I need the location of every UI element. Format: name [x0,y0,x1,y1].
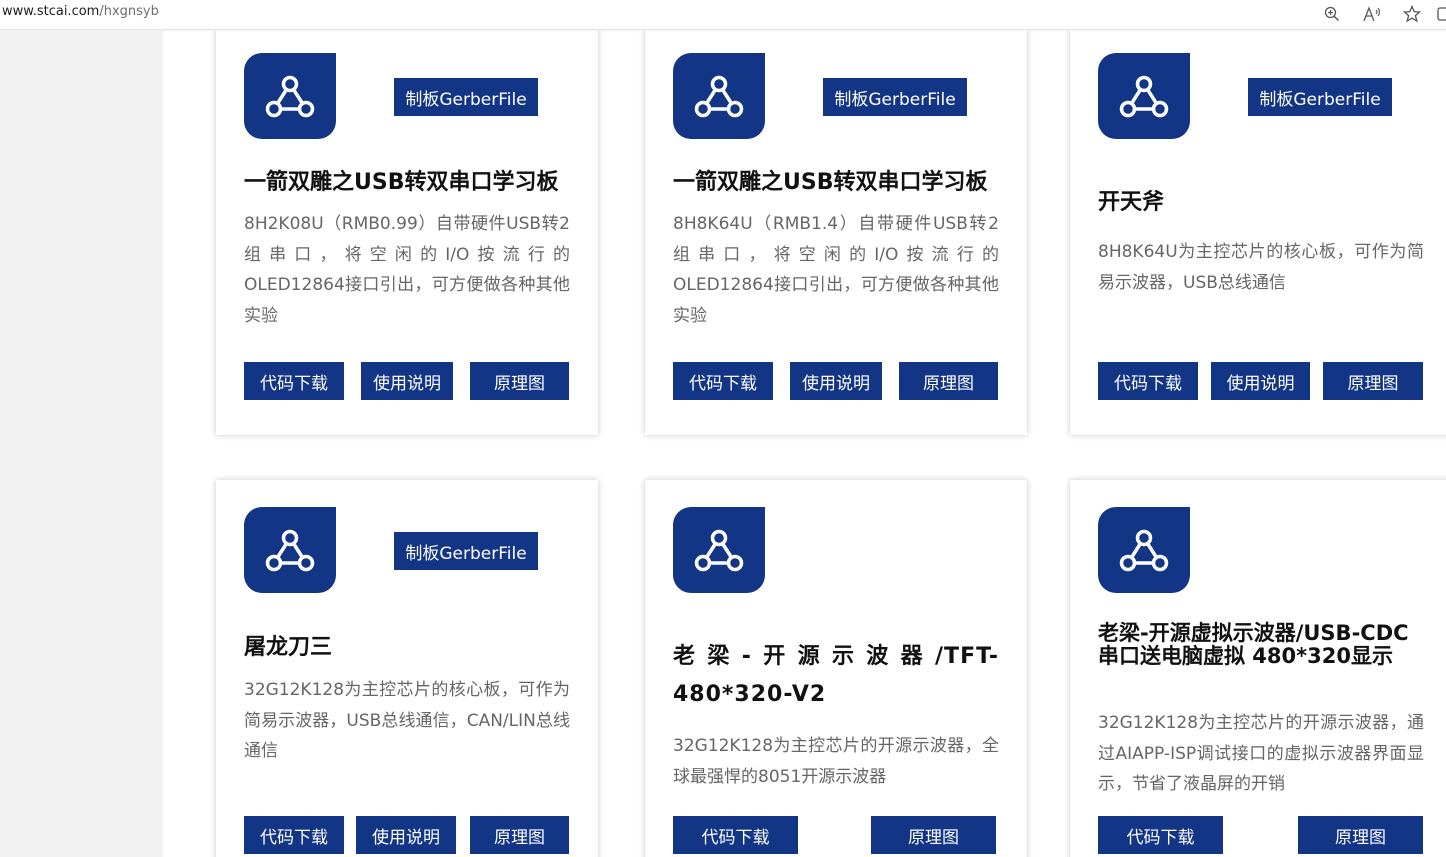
user-guide-button[interactable]: 使用说明 [790,362,882,400]
project-logo [673,507,765,593]
url-host: www.stcai.com [2,4,100,19]
card-title: 屠龙刀三 [244,635,333,660]
card-title: 一箭双雕之USB转双串口学习板 [673,170,988,195]
code-download-button[interactable]: 代码下载 [1098,362,1198,400]
zoom-icon[interactable] [1312,2,1352,26]
schematic-button[interactable]: 原理图 [470,816,569,854]
card-description: 8H8K64U为主控芯片的核心板，可作为简易示波器，USB总线通信 [1098,242,1424,293]
favorite-star-icon[interactable] [1392,2,1432,26]
card-description: 32G12K128为主控芯片的开源示波器，通过AIAPP-ISP调试接口的虚拟示… [1098,713,1424,794]
code-download-button[interactable]: 代码下载 [1098,816,1223,854]
address-bar-actions [1312,2,1446,26]
share-network-icon [1119,75,1169,118]
card-description: 32G12K128为主控芯片的核心板，可作为简易示波器，USB总线通信，CAN/… [244,680,570,761]
gerber-file-button[interactable]: 制板GerberFile [823,78,967,116]
project-logo [673,53,765,139]
project-logo [244,53,336,139]
product-card: 制板GerberFile 一箭双雕之USB转双串口学习板 8H2K08U（RMB… [216,31,598,435]
schematic-button[interactable]: 原理图 [871,816,996,854]
product-card: 制板GerberFile 开天斧 8H8K64U为主控芯片的核心板，可作为简易示… [1070,31,1446,435]
user-guide-button[interactable]: 使用说明 [361,362,453,400]
card-title: 老梁-开源虚拟示波器/USB-CDC串口送电脑虚拟 480*320显示 [1098,621,1409,668]
card-description: 32G12K128为主控芯片的开源示波器，全球最强悍的8051开源示波器 [673,736,999,787]
code-download-button[interactable]: 代码下载 [244,816,344,854]
schematic-button[interactable]: 原理图 [1323,362,1423,400]
gerber-file-button[interactable]: 制板GerberFile [394,532,538,570]
share-network-icon [265,75,315,118]
user-guide-button[interactable]: 使用说明 [1211,362,1310,400]
share-network-icon [1119,529,1169,572]
collections-icon[interactable] [1432,2,1446,26]
schematic-button[interactable]: 原理图 [1298,816,1423,854]
code-download-button[interactable]: 代码下载 [673,362,773,400]
browser-address-bar[interactable]: www.stcai.com/hxgnsyb [0,0,1446,30]
card-description: 8H8K64U（RMB1.4）自带硬件USB转2组串口，将空闲的I/O按流行的O… [673,214,999,326]
card-title: 开天斧 [1098,190,1165,215]
user-guide-button[interactable]: 使用说明 [356,816,456,854]
project-logo [1098,507,1190,593]
project-logo [1098,53,1190,139]
gerber-file-button[interactable]: 制板GerberFile [1248,78,1392,116]
card-description: 8H2K08U（RMB0.99）自带硬件USB转2组串口，将空闲的I/O按流行的… [244,214,570,326]
card-title: 一箭双雕之USB转双串口学习板 [244,170,559,195]
product-card: 制板GerberFile 一箭双雕之USB转双串口学习板 8H8K64U（RMB… [645,31,1027,435]
url-text[interactable]: www.stcai.com/hxgnsyb [2,4,159,19]
code-download-button[interactable]: 代码下载 [244,362,344,400]
project-logo [244,507,336,593]
schematic-button[interactable]: 原理图 [899,362,998,400]
share-network-icon [694,529,744,572]
product-grid: 制板GerberFile 一箭双雕之USB转双串口学习板 8H2K08U（RMB… [163,31,1446,857]
share-network-icon [694,75,744,118]
product-card: 制板GerberFile 屠龙刀三 32G12K128为主控芯片的核心板，可作为… [216,480,598,857]
url-path: /hxgnsyb [99,4,159,19]
code-download-button[interactable]: 代码下载 [673,816,798,854]
read-aloud-icon[interactable] [1352,2,1392,26]
product-card: 老梁-开源示波器/TFT-480*320-V2 32G12K128为主控芯片的开… [645,480,1027,857]
product-card: 老梁-开源虚拟示波器/USB-CDC串口送电脑虚拟 480*320显示 32G1… [1070,480,1446,857]
card-title: 老梁-开源示波器/TFT-480*320-V2 [673,644,999,707]
schematic-button[interactable]: 原理图 [470,362,569,400]
share-network-icon [265,529,315,572]
gerber-file-button[interactable]: 制板GerberFile [394,78,538,116]
page-left-gutter [0,31,163,857]
